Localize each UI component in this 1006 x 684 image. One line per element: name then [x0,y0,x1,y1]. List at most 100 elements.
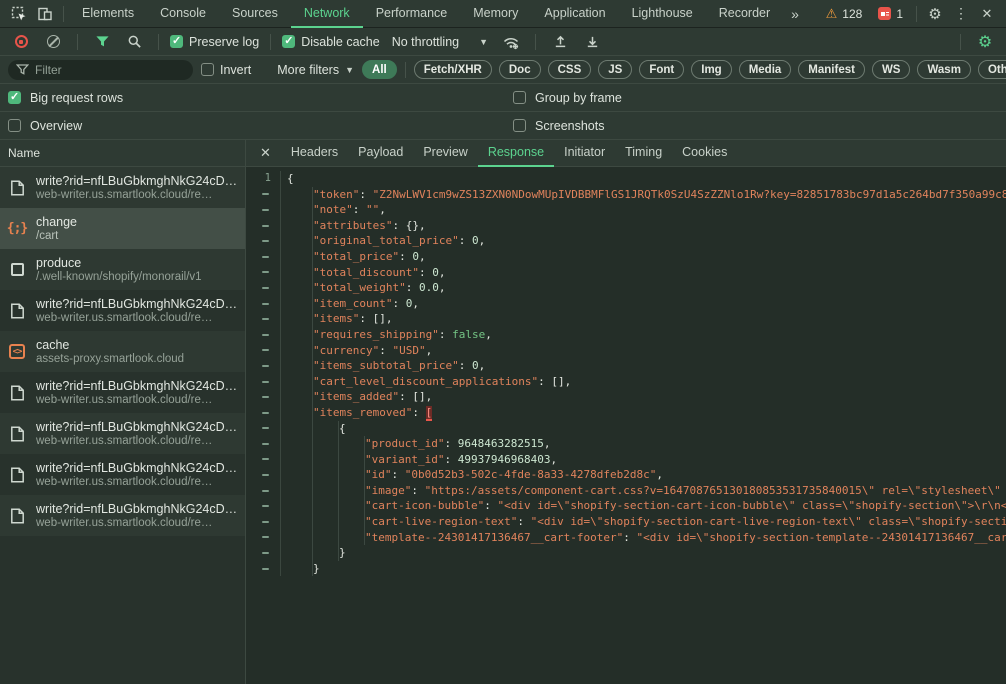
fold-marker[interactable] [246,545,281,561]
request-row[interactable]: write?rid=nfLBuGbkmghNkG24cD…web-writer.… [0,290,245,331]
filter-pill-js[interactable]: JS [598,60,632,79]
fold-marker[interactable] [246,311,281,327]
tab-network[interactable]: Network [291,0,363,28]
issues-counter[interactable]: 1 [878,7,903,21]
fold-marker[interactable] [246,467,281,483]
disable-cache-toggle[interactable]: Disable cache [282,35,380,49]
fold-marker[interactable] [246,187,281,203]
fold-marker[interactable] [246,514,281,530]
request-row[interactable]: write?rid=nfLBuGbkmghNkG24cD…web-writer.… [0,167,245,208]
invert-checkbox[interactable] [201,63,214,76]
close-icon[interactable]: ✕ [974,1,1000,27]
kebab-menu-icon[interactable]: ⋮ [948,1,974,27]
overview-checkbox[interactable] [8,119,21,132]
throttling-dropdown[interactable]: No throttling ▼ [392,35,488,49]
settings-gear-icon[interactable]: ⚙ [922,1,948,27]
fold-marker[interactable] [246,421,281,437]
record-icon[interactable] [15,35,28,48]
fold-marker[interactable] [246,296,281,312]
fold-marker[interactable] [246,202,281,218]
detail-tab-timing[interactable]: Timing [615,140,672,167]
request-row[interactable]: write?rid=nfLBuGbkmghNkG24cD…web-writer.… [0,454,245,495]
tab-console[interactable]: Console [147,0,219,28]
clear-icon[interactable] [47,35,60,48]
filter-pill-font[interactable]: Font [639,60,684,79]
export-har-icon[interactable] [579,29,605,55]
group-by-frame-checkbox[interactable] [513,91,526,104]
fold-marker[interactable] [246,436,281,452]
big-request-rows-toggle[interactable]: Big request rows [8,91,123,105]
filter-input[interactable] [35,63,185,77]
filter-searchbox[interactable] [8,60,193,80]
filter-pill-other[interactable]: Other [978,60,1006,79]
fold-marker[interactable] [246,530,281,546]
fold-marker[interactable] [246,561,281,577]
network-settings-gear-icon[interactable]: ⚙ [972,29,998,55]
fold-marker[interactable] [246,452,281,468]
fold-marker[interactable] [246,327,281,343]
filter-pill-css[interactable]: CSS [548,60,592,79]
overview-toggle[interactable]: Overview [8,119,82,133]
tab-application[interactable]: Application [531,0,618,28]
fold-marker[interactable] [246,249,281,265]
detail-tab-cookies[interactable]: Cookies [672,140,737,167]
request-row[interactable]: write?rid=nfLBuGbkmghNkG24cD…web-writer.… [0,413,245,454]
detail-tab-payload[interactable]: Payload [348,140,413,167]
more-filters-dropdown[interactable]: More filters ▼ [277,63,354,77]
preserve-log-toggle[interactable]: Preserve log [170,35,259,49]
search-icon[interactable] [121,29,147,55]
fold-marker[interactable] [246,483,281,499]
filter-pill-manifest[interactable]: Manifest [798,60,865,79]
filter-pill-doc[interactable]: Doc [499,60,541,79]
filter-pill-all[interactable]: All [362,60,397,79]
tab-sources[interactable]: Sources [219,0,291,28]
tab-recorder[interactable]: Recorder [706,0,783,28]
tab-performance[interactable]: Performance [363,0,461,28]
warnings-counter[interactable]: ⚠ 128 [826,6,863,22]
network-conditions-icon[interactable] [498,29,524,55]
detail-tab-response[interactable]: Response [478,140,554,167]
big-request-rows-checkbox[interactable] [8,91,21,104]
request-row[interactable]: produce/.well-known/shopify/monorail/v1 [0,249,245,290]
detail-tab-headers[interactable]: Headers [281,140,348,167]
filter-pill-img[interactable]: Img [691,60,731,79]
tab-memory[interactable]: Memory [460,0,531,28]
import-har-icon[interactable] [547,29,573,55]
fold-marker[interactable] [246,498,281,514]
filter-pill-media[interactable]: Media [739,60,792,79]
request-row[interactable]: <>cacheassets-proxy.smartlook.cloud [0,331,245,372]
close-detail-icon[interactable]: ✕ [250,145,281,161]
fold-marker[interactable] [246,233,281,249]
line-number[interactable]: 1 [246,171,281,187]
group-by-frame-toggle[interactable]: Group by frame [513,91,622,105]
request-row[interactable]: write?rid=nfLBuGbkmghNkG24cD…web-writer.… [0,495,245,536]
name-column-header[interactable]: Name [0,140,245,167]
request-row[interactable]: write?rid=nfLBuGbkmghNkG24cD…web-writer.… [0,372,245,413]
more-tabs-icon[interactable]: » [783,6,807,22]
invert-toggle[interactable]: Invert [201,63,251,77]
fold-marker[interactable] [246,358,281,374]
fold-marker[interactable] [246,218,281,234]
screenshots-checkbox[interactable] [513,119,526,132]
detail-tab-preview[interactable]: Preview [413,140,477,167]
disable-cache-checkbox[interactable] [282,35,295,48]
filter-pill-ws[interactable]: WS [872,60,911,79]
filter-pill-fetch-xhr[interactable]: Fetch/XHR [414,60,492,79]
request-row[interactable]: {;}change/cart [0,208,245,249]
inspect-icon[interactable] [6,1,32,27]
response-body-viewer[interactable]: 1{"token": "Z2NwLWV1cm9wZS13ZXN0NDowMUpI… [246,167,1006,684]
filter-funnel-icon[interactable] [89,29,115,55]
device-toolbar-icon[interactable] [32,1,58,27]
preserve-log-checkbox[interactable] [170,35,183,48]
fold-marker[interactable] [246,280,281,296]
fold-marker[interactable] [246,389,281,405]
fold-marker[interactable] [246,265,281,281]
fold-marker[interactable] [246,405,281,421]
tab-lighthouse[interactable]: Lighthouse [619,0,706,28]
screenshots-toggle[interactable]: Screenshots [513,119,604,133]
filter-pill-wasm[interactable]: Wasm [917,60,970,79]
fold-marker[interactable] [246,343,281,359]
tab-elements[interactable]: Elements [69,0,147,28]
fold-marker[interactable] [246,374,281,390]
detail-tab-initiator[interactable]: Initiator [554,140,615,167]
